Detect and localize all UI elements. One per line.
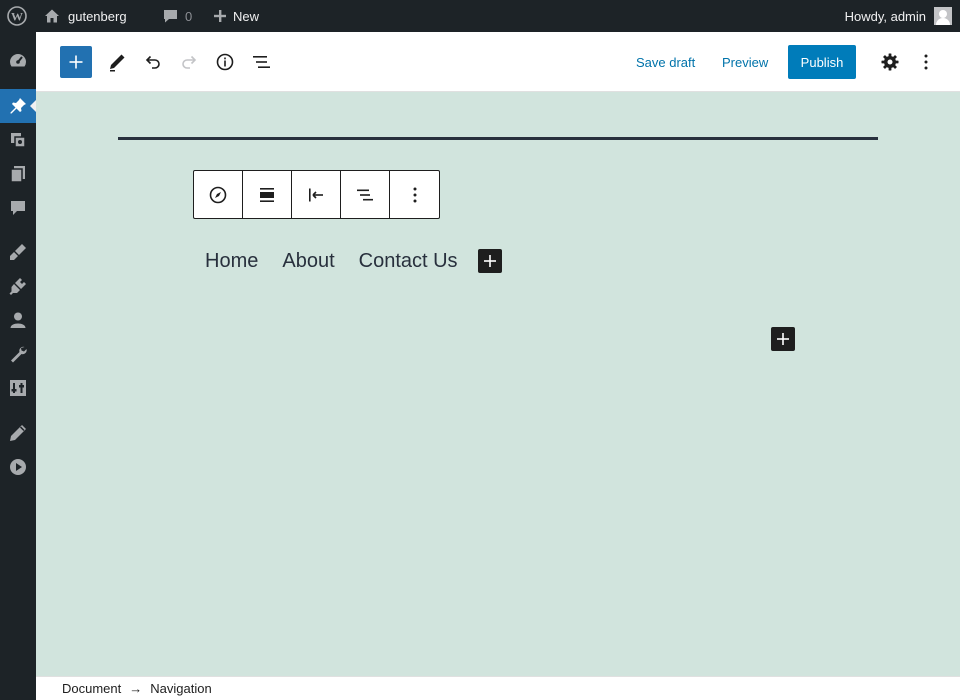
new-content-link[interactable]: New (213, 0, 259, 32)
posts-icon[interactable] (0, 89, 37, 123)
options-button[interactable] (908, 44, 944, 80)
align-icon (260, 187, 274, 202)
comments-count: 0 (185, 8, 193, 24)
avatar (934, 7, 952, 25)
users-icon[interactable] (0, 303, 36, 337)
home-icon (44, 8, 60, 24)
more-options-icon (413, 187, 416, 202)
pages-icon[interactable] (0, 157, 36, 191)
plus-icon (69, 55, 83, 69)
item-justification-button[interactable] (341, 171, 390, 218)
list-view-button[interactable] (243, 44, 279, 80)
editor-canvas: Home About Contact Us (36, 92, 960, 676)
settings-icon[interactable] (0, 371, 36, 405)
nav-link-contact-us[interactable]: Contact Us (347, 250, 470, 273)
site-name-link[interactable]: gutenberg (44, 0, 127, 32)
separator-block[interactable] (118, 137, 878, 140)
block-toolbar (193, 170, 440, 219)
item-justification-icon (357, 189, 373, 200)
block-inserter-button[interactable] (60, 46, 92, 78)
gutenberg-icon[interactable] (0, 416, 36, 450)
new-label: New (233, 8, 260, 24)
breadcrumb: Document → Navigation (36, 676, 960, 700)
more-vertical-icon (924, 54, 928, 70)
block-options-button[interactable] (390, 171, 439, 218)
tools-button[interactable] (99, 44, 135, 80)
plus-icon (483, 255, 496, 267)
media-icon[interactable] (0, 123, 36, 157)
redo-icon (182, 55, 197, 69)
undo-icon (145, 55, 160, 69)
nav-link-about[interactable]: About (270, 250, 346, 273)
comments-link[interactable]: 0 (162, 0, 192, 32)
plugins-icon[interactable] (0, 269, 36, 303)
wordpress-logo-icon[interactable]: W (7, 0, 27, 32)
navigation-block: Home About Contact Us (193, 248, 502, 274)
add-block-button[interactable] (771, 327, 795, 351)
svg-text:W: W (11, 10, 23, 24)
navigation-icon (209, 186, 227, 203)
info-icon (216, 53, 234, 71)
tools-icon[interactable] (0, 337, 36, 371)
pencil-icon (110, 54, 125, 72)
dashboard-icon[interactable] (0, 44, 36, 78)
breadcrumb-separator: → (129, 681, 143, 696)
comment-bubble-icon (162, 8, 179, 24)
details-button[interactable] (207, 44, 243, 80)
admin-bar: W gutenberg 0 New Howdy, admin (0, 0, 960, 32)
settings-button[interactable] (872, 44, 908, 80)
admin-menu (0, 32, 37, 700)
plus-icon (213, 9, 227, 23)
justification-button[interactable] (292, 171, 341, 218)
gear-icon (881, 53, 899, 71)
save-draft-button[interactable]: Save draft (630, 45, 701, 79)
breadcrumb-navigation[interactable]: Navigation (150, 681, 211, 696)
nav-link-home[interactable]: Home (193, 250, 270, 273)
block-type-button[interactable] (194, 171, 243, 218)
plus-icon (777, 333, 789, 345)
align-button[interactable] (243, 171, 292, 218)
my-account-link[interactable]: Howdy, admin (845, 0, 952, 32)
nav-add-link-button[interactable] (477, 249, 502, 273)
publish-button[interactable]: Publish (788, 45, 856, 79)
site-name-label: gutenberg (68, 8, 127, 24)
editor-header: Save draft Preview Publish (36, 32, 960, 92)
howdy-label: Howdy, admin (844, 8, 926, 24)
undo-button[interactable] (135, 44, 171, 80)
breadcrumb-document[interactable]: Document (62, 681, 121, 696)
justify-left-icon (309, 188, 323, 201)
appearance-icon[interactable] (0, 235, 36, 269)
comments-icon[interactable] (0, 191, 36, 225)
preview-button[interactable]: Preview (716, 45, 774, 79)
media-play-icon[interactable] (0, 450, 36, 484)
redo-button[interactable] (171, 44, 207, 80)
list-view-icon (253, 56, 270, 68)
